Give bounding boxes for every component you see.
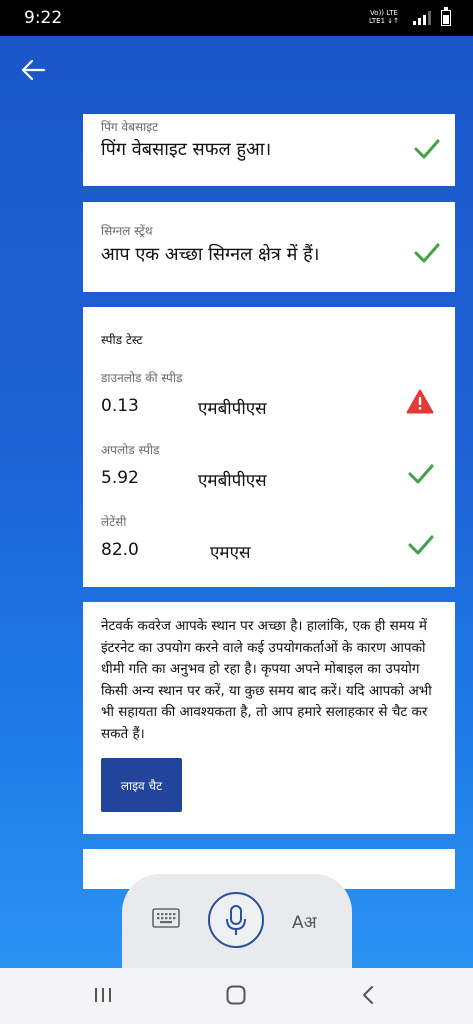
status-bar: 9:22 Vo)) LTE LTE1 ↓↑ xyxy=(0,0,473,36)
system-nav-bar xyxy=(0,968,473,1024)
network-indicator: Vo)) LTE LTE1 ↓↑ xyxy=(369,9,399,25)
upload-unit: एमबीपीएस xyxy=(198,471,267,491)
download-unit: एमबीपीएस xyxy=(198,399,267,419)
signal-card: सिग्नल स्ट्रेंथ आप एक अच्छा सिग्नल क्षेत… xyxy=(83,202,455,292)
upload-value: 5.92 xyxy=(101,468,139,488)
recent-apps-icon[interactable] xyxy=(92,987,114,1003)
arrow-left-icon xyxy=(21,59,46,81)
download-label: डाउनलोड की स्पीड xyxy=(101,371,183,385)
speed-test-card: स्पीड टेस्ट डाउनलोड की स्पीड 0.13 एमबीपी… xyxy=(83,307,455,587)
signal-caption: सिग्नल स्ट्रेंथ xyxy=(101,224,153,238)
network-line-2: LTE1 ↓↑ xyxy=(368,17,399,25)
translate-icon[interactable]: Aअ xyxy=(292,910,317,933)
latency-label: लेटेंसी xyxy=(101,515,127,529)
warning-icon xyxy=(406,389,434,414)
ping-message: पिंग वेबसाइट सफल हुआ। xyxy=(101,139,272,160)
back-button[interactable] xyxy=(18,56,52,84)
check-icon xyxy=(414,139,440,159)
microphone-icon xyxy=(226,905,246,935)
signal-message: आप एक अच्छा सिग्नल क्षेत्र में हैं। xyxy=(101,244,320,265)
latency-unit: एमएस xyxy=(210,543,251,563)
check-icon xyxy=(408,535,434,555)
mic-button[interactable] xyxy=(208,892,264,948)
latency-value: 82.0 xyxy=(101,540,139,560)
back-nav-icon[interactable] xyxy=(360,985,376,1005)
advice-card: नेटवर्क कवरेज आपके स्थान पर अच्छा है। हा… xyxy=(83,602,455,834)
check-icon xyxy=(414,243,440,263)
ping-caption: पिंग वेबसाइट xyxy=(101,120,159,134)
status-time: 9:22 xyxy=(24,8,63,28)
live-chat-button[interactable]: लाइव चैट xyxy=(101,758,182,812)
advice-text: नेटवर्क कवरेज आपके स्थान पर अच्छा है। हा… xyxy=(101,618,432,742)
network-line-1: Vo)) LTE xyxy=(370,9,398,17)
keyboard-icon[interactable] xyxy=(152,908,180,928)
upload-label: अपलोड स्पीड xyxy=(101,443,160,457)
home-icon[interactable] xyxy=(226,985,246,1005)
ping-card: पिंग वेबसाइट पिंग वेबसाइट सफल हुआ। xyxy=(83,114,455,186)
speed-test-title: स्पीड टेस्ट xyxy=(101,333,143,347)
signal-icon xyxy=(413,11,433,25)
app-area: पिंग वेबसाइट पिंग वेबसाइट सफल हुआ। सिग्न… xyxy=(0,36,473,968)
download-value: 0.13 xyxy=(101,396,139,416)
check-icon xyxy=(408,464,434,484)
battery-icon xyxy=(441,7,451,26)
